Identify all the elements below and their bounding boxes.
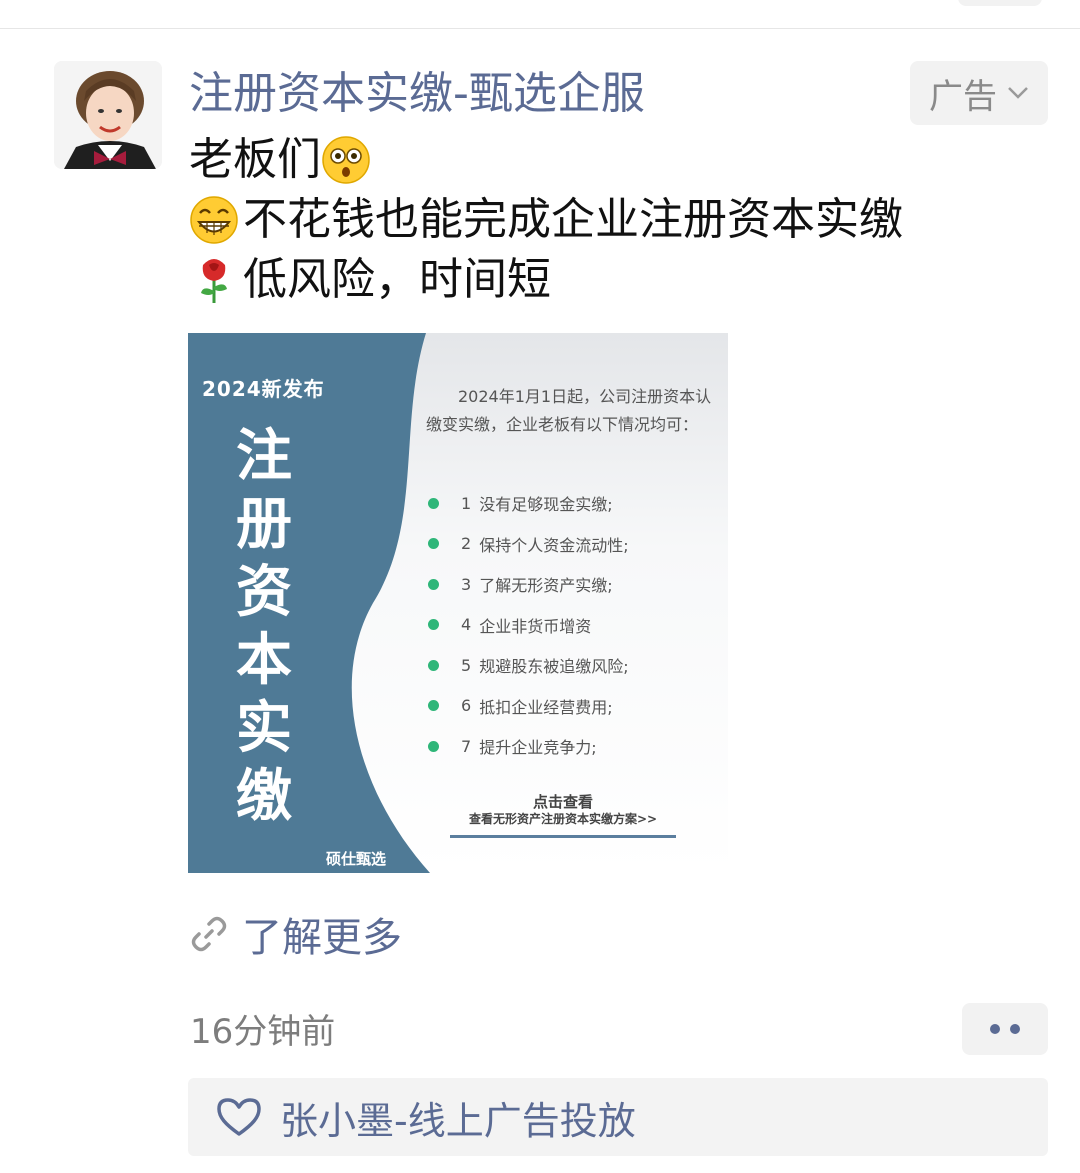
post-line-2-text: 不花钱也能完成企业注册资本实缴	[243, 194, 903, 245]
link-icon	[191, 916, 227, 952]
bullet-dot	[428, 497, 439, 509]
list-item: 3 了解无形资产实缴;	[428, 564, 629, 605]
post-timestamp: 16分钟前	[190, 1012, 336, 1052]
bullet-dot	[428, 619, 439, 631]
ad-options-button[interactable]: 广告	[910, 61, 1048, 125]
ad-brand: 硕仕甄选	[326, 850, 387, 868]
bullet-dot	[428, 538, 439, 550]
ad-benefit-list: 1 没有足够现金实缴; 2 保持个人资金流动性; 3 了解无形资产实缴; 4 企业非货币…	[428, 483, 629, 767]
ad-cta-sub: 查看无形资产注册资本实缴方案>>	[450, 811, 676, 838]
ad-intro: 2024年1月1日起，公司注册资本认缴变实缴，企业老板有以下情况均可：	[426, 387, 712, 434]
ad-label: 广告	[929, 76, 997, 117]
list-item: 6 抵扣企业经营费用;	[428, 686, 629, 727]
chevron-down-icon	[1008, 87, 1028, 99]
avatar[interactable]	[54, 61, 162, 169]
ad-title: 注册资本实缴	[236, 424, 292, 829]
list-item: 2 保持个人资金流动性;	[428, 524, 629, 565]
post-line-1: 老板们	[189, 130, 1049, 190]
author-name[interactable]: 注册资本实缴-甄选企服	[189, 62, 645, 126]
post-line-2: 不花钱也能完成企业注册资本实缴	[189, 190, 1049, 250]
ad-image[interactable]: 2024新发布 注册资本实缴 硕仕甄选 2024年1月1日起，公司注册资本认缴变…	[188, 333, 728, 873]
ad-release-label: 2024新发布	[202, 377, 325, 401]
list-item: 7 提升企业竞争力;	[428, 726, 629, 767]
grinning-face-icon	[190, 196, 238, 244]
post-line-3-text: 低风险，时间短	[243, 254, 551, 305]
bullet-dot	[428, 578, 439, 590]
liker-name[interactable]: 张小墨-线上广告投放	[280, 1090, 636, 1145]
list-item: 1 没有足够现金实缴;	[428, 483, 629, 524]
rose-icon	[201, 259, 227, 303]
flushed-face-icon	[322, 136, 370, 184]
comment-like-menu-button[interactable]	[962, 1003, 1048, 1055]
more-dot-icon	[990, 1024, 1000, 1034]
list-item: 5 规避股东被追缴风险;	[428, 645, 629, 686]
post-line-3: 低风险，时间短	[189, 250, 1049, 310]
post-line-1-text: 老板们	[189, 134, 321, 185]
learn-more-label: 了解更多	[242, 915, 402, 961]
previous-post-button-stub	[958, 0, 1042, 6]
learn-more-link[interactable]: 了解更多	[190, 905, 402, 963]
post-divider	[0, 28, 1080, 29]
bullet-dot	[428, 659, 439, 671]
likes-bar: 张小墨-线上广告投放	[188, 1078, 1048, 1156]
ad-cta[interactable]: 点击查看 查看无形资产注册资本实缴方案>>	[450, 793, 676, 838]
heart-icon	[217, 1098, 261, 1136]
ad-cta-main: 点击查看	[532, 793, 593, 811]
bullet-dot	[428, 740, 439, 752]
more-dot-icon	[1010, 1024, 1020, 1034]
bullet-dot	[428, 700, 439, 712]
post-text: 老板们 不花钱也能完成企业注册资本实缴 低风险，时间短	[189, 130, 1049, 310]
list-item: 4 企业非货币增资	[428, 605, 629, 646]
